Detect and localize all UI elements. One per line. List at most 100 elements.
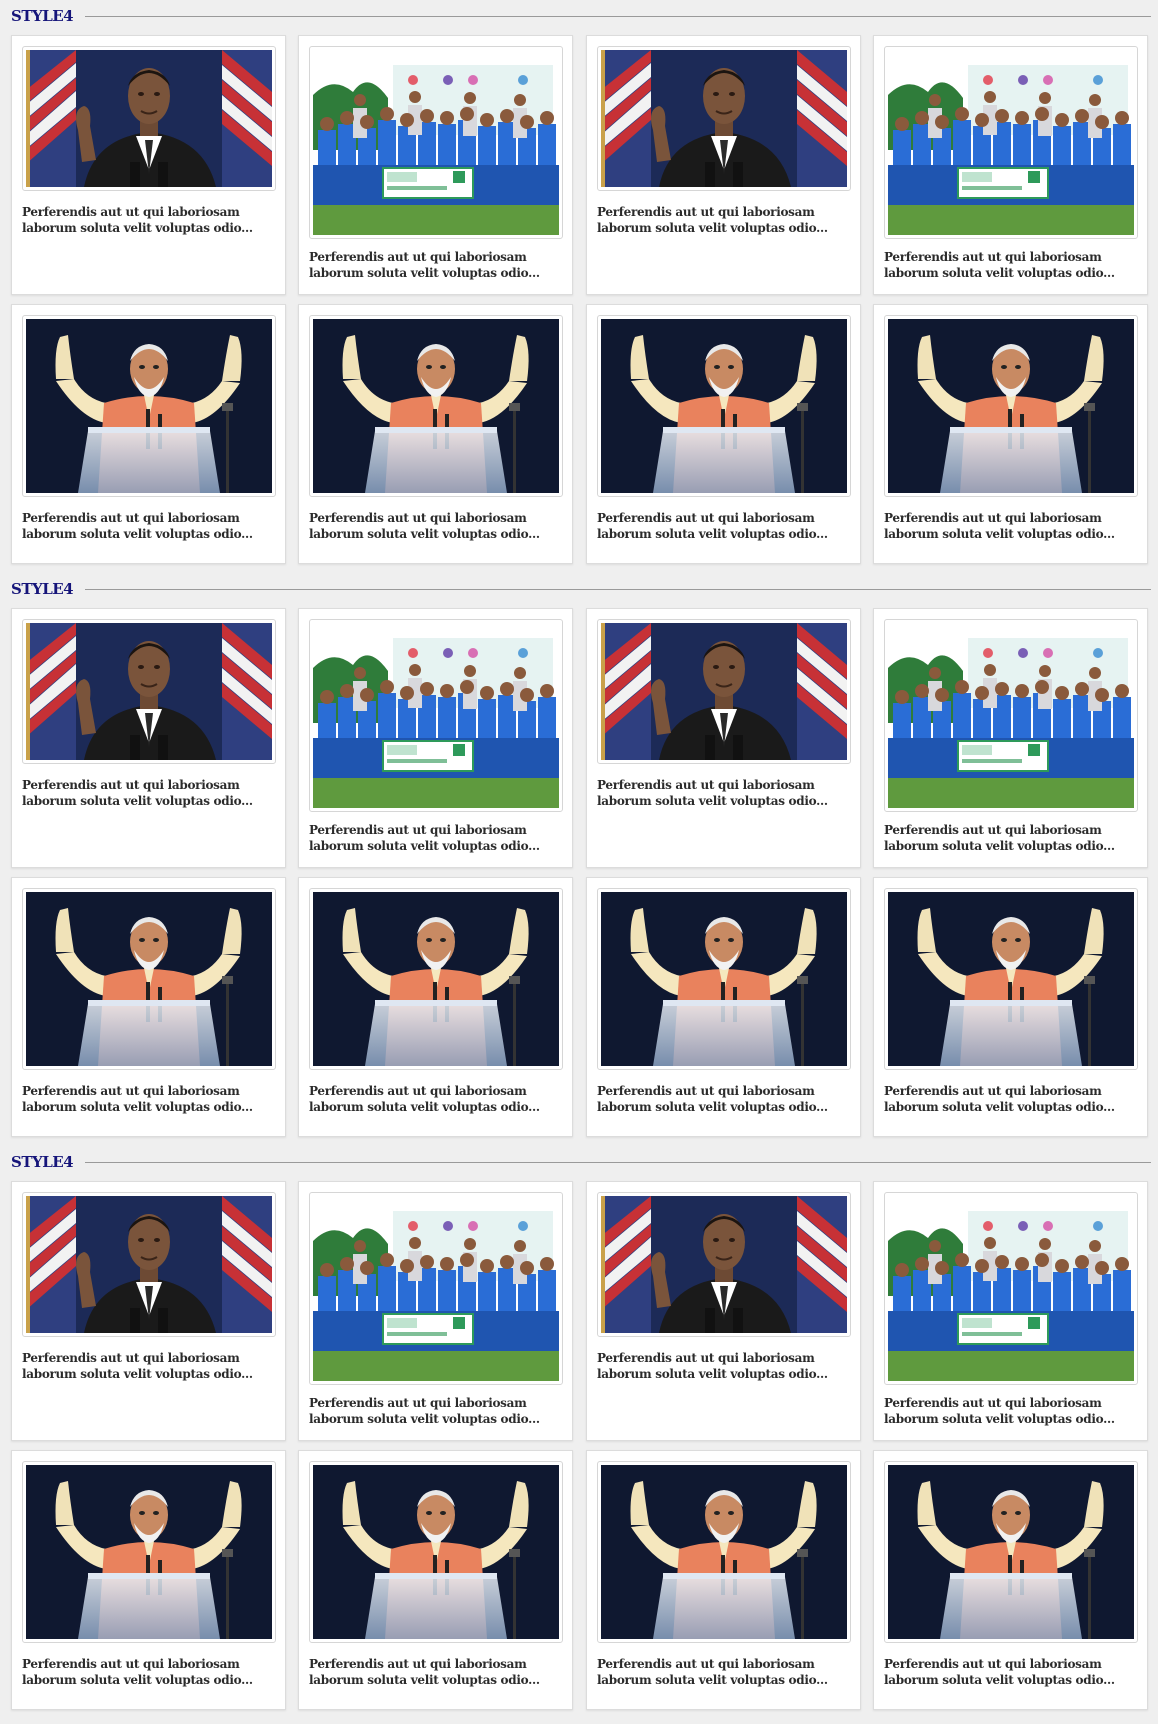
news-caption-link[interactable]: Perferendis aut ut qui laboriosam laboru… — [309, 1083, 571, 1115]
news-thumbnail[interactable] — [597, 315, 851, 497]
news-caption-link[interactable]: Perferendis aut ut qui laboriosam laboru… — [22, 777, 284, 809]
news-card[interactable]: Perferendis aut ut qui laboriosam laboru… — [873, 304, 1148, 564]
news-thumbnail[interactable] — [22, 315, 276, 497]
news-card[interactable]: Perferendis aut ut qui laboriosam laboru… — [586, 1181, 861, 1441]
news-caption-link[interactable]: Perferendis aut ut qui laboriosam laboru… — [597, 777, 859, 809]
news-thumbnail[interactable] — [597, 46, 851, 191]
section-title: STYLE4 — [11, 7, 74, 25]
obama-speech-photo — [26, 50, 272, 187]
news-card[interactable]: Perferendis aut ut qui laboriosam laboru… — [298, 304, 573, 564]
news-caption-link[interactable]: Perferendis aut ut qui laboriosam laboru… — [884, 1083, 1146, 1115]
modi-podium-photo — [601, 892, 847, 1066]
news-thumbnail[interactable] — [884, 46, 1138, 239]
news-card[interactable]: Perferendis aut ut qui laboriosam laboru… — [11, 35, 286, 295]
news-caption-link[interactable]: Perferendis aut ut qui laboriosam laboru… — [884, 510, 1146, 542]
news-section: STYLE4 Perferendis aut ut qui laboriosam… — [0, 573, 1158, 1146]
news-caption-link[interactable]: Perferendis aut ut qui laboriosam laboru… — [309, 1656, 571, 1688]
news-card[interactable]: Perferendis aut ut qui laboriosam laboru… — [873, 877, 1148, 1137]
news-card[interactable]: Perferendis aut ut qui laboriosam laboru… — [586, 877, 861, 1137]
news-caption-link[interactable]: Perferendis aut ut qui laboriosam laboru… — [597, 1083, 859, 1115]
news-thumbnail[interactable] — [309, 315, 563, 497]
news-thumbnail[interactable] — [884, 619, 1138, 812]
news-thumbnail[interactable] — [22, 1461, 276, 1643]
cricket-team-photo — [888, 50, 1134, 235]
news-caption-link[interactable]: Perferendis aut ut qui laboriosam laboru… — [22, 1656, 284, 1688]
news-thumbnail[interactable] — [22, 46, 276, 191]
news-card[interactable]: Perferendis aut ut qui laboriosam laboru… — [298, 35, 573, 295]
obama-speech-photo — [26, 1196, 272, 1333]
modi-podium-photo — [313, 319, 559, 493]
news-caption-link[interactable]: Perferendis aut ut qui laboriosam laboru… — [22, 510, 284, 542]
modi-podium-photo — [888, 892, 1134, 1066]
section-header: STYLE4 — [11, 6, 1151, 26]
news-thumbnail[interactable] — [597, 1461, 851, 1643]
modi-podium-photo — [313, 1465, 559, 1639]
news-thumbnail[interactable] — [884, 1461, 1138, 1643]
news-thumbnail[interactable] — [309, 46, 563, 239]
modi-podium-photo — [601, 319, 847, 493]
news-card[interactable]: Perferendis aut ut qui laboriosam laboru… — [298, 877, 573, 1137]
modi-podium-photo — [26, 319, 272, 493]
news-card[interactable]: Perferendis aut ut qui laboriosam laboru… — [873, 608, 1148, 868]
section-header: STYLE4 — [11, 579, 1151, 599]
news-card[interactable]: Perferendis aut ut qui laboriosam laboru… — [11, 1181, 286, 1441]
cricket-team-photo — [313, 623, 559, 808]
news-card[interactable]: Perferendis aut ut qui laboriosam laboru… — [873, 35, 1148, 295]
news-thumbnail[interactable] — [597, 888, 851, 1070]
section-title: STYLE4 — [11, 580, 74, 598]
news-caption-link[interactable]: Perferendis aut ut qui laboriosam laboru… — [22, 1350, 284, 1382]
page: STYLE4 Perferendis aut ut qui laboriosam… — [0, 0, 1158, 1724]
news-card[interactable]: Perferendis aut ut qui laboriosam laboru… — [11, 304, 286, 564]
news-thumbnail[interactable] — [309, 888, 563, 1070]
news-caption-link[interactable]: Perferendis aut ut qui laboriosam laboru… — [22, 204, 284, 236]
modi-podium-photo — [888, 1465, 1134, 1639]
news-caption-link[interactable]: Perferendis aut ut qui laboriosam laboru… — [309, 1395, 571, 1427]
obama-speech-photo — [601, 50, 847, 187]
news-thumbnail[interactable] — [22, 1192, 276, 1337]
news-thumbnail[interactable] — [22, 619, 276, 764]
news-caption-link[interactable]: Perferendis aut ut qui laboriosam laboru… — [884, 249, 1146, 281]
news-thumbnail[interactable] — [309, 1461, 563, 1643]
news-caption-link[interactable]: Perferendis aut ut qui laboriosam laboru… — [884, 822, 1146, 854]
news-card[interactable]: Perferendis aut ut qui laboriosam laboru… — [586, 304, 861, 564]
news-thumbnail[interactable] — [597, 619, 851, 764]
news-thumbnail[interactable] — [597, 1192, 851, 1337]
news-card[interactable]: Perferendis aut ut qui laboriosam laboru… — [298, 1181, 573, 1441]
news-thumbnail[interactable] — [22, 888, 276, 1070]
news-thumbnail[interactable] — [309, 619, 563, 812]
news-card[interactable]: Perferendis aut ut qui laboriosam laboru… — [586, 1450, 861, 1710]
news-card[interactable]: Perferendis aut ut qui laboriosam laboru… — [586, 35, 861, 295]
news-caption-link[interactable]: Perferendis aut ut qui laboriosam laboru… — [22, 1083, 284, 1115]
news-caption-link[interactable]: Perferendis aut ut qui laboriosam laboru… — [597, 1350, 859, 1382]
section-divider — [85, 589, 1151, 590]
news-card[interactable]: Perferendis aut ut qui laboriosam laboru… — [873, 1450, 1148, 1710]
modi-podium-photo — [888, 319, 1134, 493]
news-caption-link[interactable]: Perferendis aut ut qui laboriosam laboru… — [597, 1656, 859, 1688]
news-thumbnail[interactable] — [884, 315, 1138, 497]
news-caption-link[interactable]: Perferendis aut ut qui laboriosam laboru… — [597, 510, 859, 542]
news-card[interactable]: Perferendis aut ut qui laboriosam laboru… — [11, 1450, 286, 1710]
news-caption-link[interactable]: Perferendis aut ut qui laboriosam laboru… — [597, 204, 859, 236]
news-thumbnail[interactable] — [884, 888, 1138, 1070]
cricket-team-photo — [313, 50, 559, 235]
news-thumbnail[interactable] — [884, 1192, 1138, 1385]
news-card[interactable]: Perferendis aut ut qui laboriosam laboru… — [873, 1181, 1148, 1441]
news-card[interactable]: Perferendis aut ut qui laboriosam laboru… — [11, 608, 286, 868]
news-section: STYLE4 Perferendis aut ut qui laboriosam… — [0, 1146, 1158, 1719]
modi-podium-photo — [26, 1465, 272, 1639]
news-card[interactable]: Perferendis aut ut qui laboriosam laboru… — [586, 608, 861, 868]
modi-podium-photo — [26, 892, 272, 1066]
news-caption-link[interactable]: Perferendis aut ut qui laboriosam laboru… — [309, 510, 571, 542]
section-header: STYLE4 — [11, 1152, 1151, 1172]
obama-speech-photo — [601, 1196, 847, 1333]
news-caption-link[interactable]: Perferendis aut ut qui laboriosam laboru… — [884, 1395, 1146, 1427]
modi-podium-photo — [601, 1465, 847, 1639]
modi-podium-photo — [313, 892, 559, 1066]
news-card[interactable]: Perferendis aut ut qui laboriosam laboru… — [298, 1450, 573, 1710]
news-caption-link[interactable]: Perferendis aut ut qui laboriosam laboru… — [309, 822, 571, 854]
news-caption-link[interactable]: Perferendis aut ut qui laboriosam laboru… — [884, 1656, 1146, 1688]
news-thumbnail[interactable] — [309, 1192, 563, 1385]
news-card[interactable]: Perferendis aut ut qui laboriosam laboru… — [298, 608, 573, 868]
news-caption-link[interactable]: Perferendis aut ut qui laboriosam laboru… — [309, 249, 571, 281]
news-card[interactable]: Perferendis aut ut qui laboriosam laboru… — [11, 877, 286, 1137]
